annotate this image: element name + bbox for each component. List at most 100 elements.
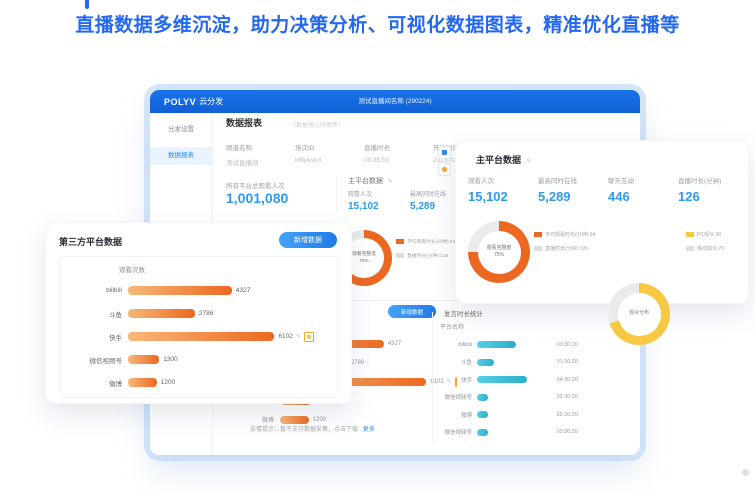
bar-value: 03:30:20 [557,429,578,435]
main-platform-stats: 观看人次 15,102 最高同时在线 5,289 聊天互动 446 直播时长(分… [468,175,748,204]
stat-value: 15,102 [348,201,410,212]
bar [477,341,516,348]
bar-label: 微博 [64,378,122,388]
bar-label: 微信视频号 [64,355,122,365]
stat-value: 5,289 [538,189,608,204]
sidebar-item-label: 分发设置 [168,126,194,133]
bar-label: 快手 [436,376,472,384]
stat-label: 观看人次 [468,175,538,185]
footer-note: 友情提示：暂不支持数据采集，点击下载 更多 [250,424,375,433]
chart-heading: 观看次数 [119,264,145,274]
bar-row: 快手 04:30:20 [436,371,578,389]
audience-donut: 观众分布 [608,283,670,345]
bar-label: 微信视频号 [436,428,472,436]
tab-speech-duration[interactable]: 发言时长统计 [444,308,483,318]
stat: 最高同时在线 5,289 [538,175,608,204]
donut-center-value: 75% [494,252,504,260]
blue-square-icon [442,150,447,155]
stat-value: 446 [608,189,678,204]
legend-item: PC观众:30 [686,231,724,238]
footer-link[interactable]: 更多 [363,427,375,433]
bar-label: 微信视频号 [436,393,472,401]
info-label: 频道名称: [226,142,295,152]
bar [128,309,195,318]
main-platform-heading: 主平台数据 ✎ [348,176,393,186]
legend-label: 平均观看时长(分钟):94 [407,238,455,245]
stat-label: 最高同时在线 [538,175,608,185]
bar [280,416,309,424]
stat-label: 直播时长(分钟) [678,175,748,185]
bar [128,355,159,364]
legend-item: 直播时长(分钟):126 [396,252,455,259]
report-widget-icon[interactable] [438,163,451,176]
views-bar-chart: bilibili 4327 斗鱼 2786 快手 6102 ✎ [64,279,333,394]
legend-label: PC观众:30 [697,231,721,238]
bar-row: 快手 6102 ✎ [64,325,333,348]
page-headline: 直播数据多维沉淀，助力决策分析、可视化数据图表，精准优化直播等 [0,10,755,37]
page-title-note: （数据每小时更新） [290,120,344,129]
mini-widgets [438,146,451,176]
sidebar-item[interactable]: 分发设置 [150,121,212,139]
completion-legend: 平均观看时长(分钟):94 直播时长(分钟):126 [534,231,595,259]
donut-center-label: 观看完整度 [352,251,376,258]
bar-label: bilibili [64,287,122,294]
total-views-value: 1,001,080 [226,190,288,206]
legend-item: 平均观看时长(分钟):94 [534,231,595,238]
bar-label: 微博 [436,411,472,419]
bar-value: 2786 [351,360,364,366]
donut-center: 观众分布 [618,293,661,336]
main-platform-card: 主平台数据 ✎ 观看人次 15,102 最高同时在线 5,289 聊天互动 44… [455,140,749,304]
completion-donut: 观看完整度 75% [468,221,530,283]
legend-swatch [534,232,542,237]
legend-swatch [686,246,694,251]
bar-value: 02:30:20 [557,394,578,400]
edit-icon[interactable]: ✎ [296,333,301,340]
legend-item: 平均观看时长(分钟):94 [396,238,455,245]
edit-icon[interactable]: ✎ [527,159,532,165]
legend-swatch [686,232,694,237]
total-views-label: 所有平台总观看人次 [226,180,285,190]
bar-row: 微博 1200 [64,371,333,394]
bar-value: 01:30:20 [557,359,578,365]
bar-row: 斗鱼 2786 [64,302,333,325]
divider [336,178,337,212]
legend-item: 移动观众:70 [686,245,724,252]
divider [432,312,433,444]
chart-widget-icon[interactable] [438,146,451,159]
add-data-button[interactable]: 新增数据 [388,305,436,318]
sidebar-item[interactable]: 数据报表 [150,147,212,165]
duration-bar-chart: bilibili 03:30:20 斗鱼 01:30:20 快手 04:30:2… [436,336,578,441]
stat: 观看人次 15,102 [468,175,538,204]
legend-label: 直播时长(分钟):126 [545,245,588,252]
stat: 聊天互动 446 [608,175,678,204]
stat: 观看人次 15,102 [348,189,410,212]
card-title: 主平台数据 ✎ [476,153,532,166]
third-party-data-card: 第三方平台数据 新增数据 观看次数 bilibili 4327 斗鱼 2786 … [45,222,352,404]
sidebar-item-label: 数据报表 [168,152,194,159]
bar [477,394,488,401]
audience-legend: PC观众:30 移动观众:70 [686,231,724,259]
session-info-field: 频道名称: 测试直播间 [226,142,295,167]
bar-label: 斗鱼 [64,309,122,319]
bar-value: 2786 [199,310,213,317]
save-icon[interactable] [304,332,314,342]
bar-value: 6102 [278,333,292,340]
legend-swatch [534,246,542,251]
views-chart-panel: 观看次数 bilibili 4327 斗鱼 2786 快手 6102 [59,256,338,398]
bar [128,378,157,387]
info-value: 00:25:03 [364,157,433,164]
bar-row: bilibili 4327 [64,279,333,302]
bar-row: 微信视频号 03:30:20 [436,424,578,442]
bar-value: 04:30:20 [557,377,578,383]
bar-label: 微博 [228,415,274,424]
session-info-field: 场次ID hf9pkvkd [295,142,364,167]
bar-value: 03:30:20 [557,342,578,348]
donut-center-label: 观看完整度 [486,245,511,253]
bar-row: 微博 02:30:20 [436,406,578,424]
add-data-button[interactable]: 新增数据 [279,232,337,248]
orange-dot-icon [442,167,447,172]
info-value: 测试直播间 [226,157,295,167]
bar-value: 1300 [163,356,177,363]
edit-icon[interactable]: ✎ [388,179,393,185]
bar-label: 斗鱼 [436,358,472,366]
